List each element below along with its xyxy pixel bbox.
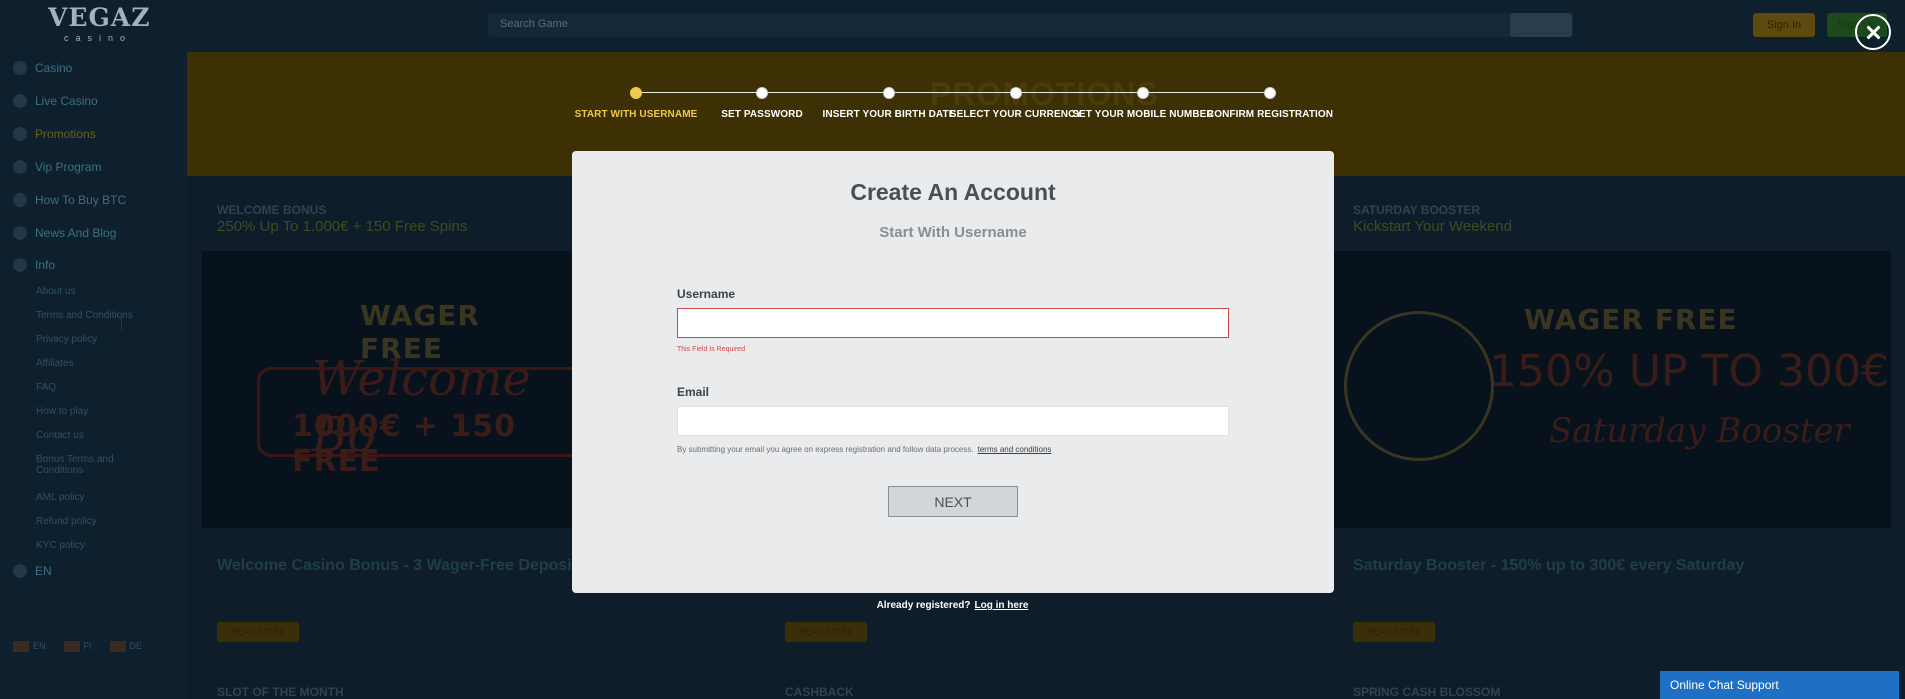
email-field[interactable]	[677, 406, 1229, 436]
step-label-password: SET PASSWORD	[721, 109, 803, 120]
step-dot-birth-date	[883, 87, 895, 99]
username-label: Username	[677, 287, 736, 301]
disclaimer-text: By submitting your email you agree on ex…	[677, 445, 974, 454]
step-label-username: START WITH USERNAME	[574, 109, 698, 120]
login-prompt: Already registered? Log in here	[0, 600, 1905, 611]
step-label-mobile: SET YOUR MOBILE NUMBER	[1072, 109, 1214, 120]
step-dot-currency	[1010, 87, 1022, 99]
username-field[interactable]	[677, 308, 1229, 338]
email-disclaimer: By submitting your email you agree on ex…	[677, 445, 1051, 454]
step-dot-mobile	[1137, 87, 1149, 99]
next-button[interactable]: NEXT	[888, 486, 1018, 517]
close-icon[interactable]	[1855, 14, 1891, 50]
step-label-birth-date: INSERT YOUR BIRTH DATE	[822, 109, 956, 120]
step-dot-username	[630, 87, 642, 99]
username-error: This Field Is Required	[677, 346, 746, 353]
step-label-confirm: CONFIRM REGISTRATION	[1206, 109, 1334, 120]
login-prompt-text: Already registered?	[876, 600, 971, 611]
modal-subtitle: Start With Username	[879, 224, 1027, 241]
online-chat-support-button[interactable]: Online Chat Support	[1660, 671, 1899, 699]
terms-link[interactable]: terms and conditions	[978, 445, 1052, 454]
step-dot-password	[756, 87, 768, 99]
login-link[interactable]: Log in here	[975, 600, 1029, 611]
registration-modal: Create An Account Start With Username Us…	[572, 151, 1334, 593]
text-caret	[121, 315, 122, 330]
stepper-track	[636, 92, 1270, 93]
step-dot-confirm	[1264, 87, 1276, 99]
modal-title: Create An Account	[850, 179, 1056, 205]
step-label-currency: SELECT YOUR CURRENCY	[949, 109, 1083, 120]
email-label: Email	[677, 385, 710, 399]
